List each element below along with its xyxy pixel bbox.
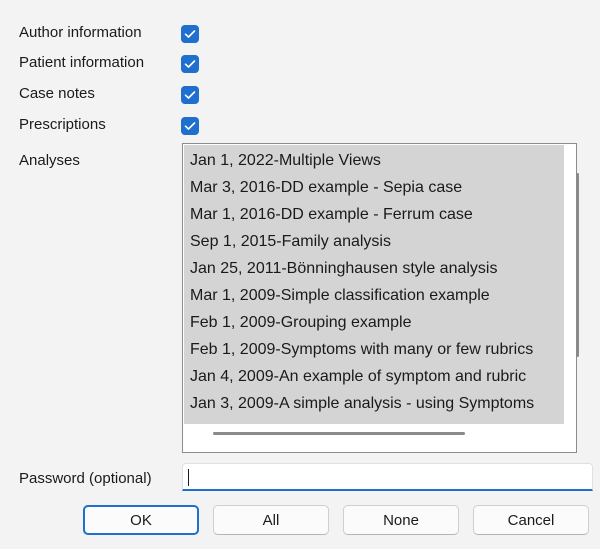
list-item[interactable]: Mar 1, 2016-DD example - Ferrum case [190, 201, 473, 228]
checkmark-icon [184, 91, 196, 99]
patient-information-checkbox[interactable] [181, 55, 199, 73]
export-options-dialog: Author information Patient information C… [0, 0, 600, 549]
case-notes-checkbox[interactable] [181, 86, 199, 104]
checkmark-icon [184, 60, 196, 68]
cancel-button[interactable]: Cancel [473, 505, 589, 535]
list-item[interactable]: Jan 1, 2022-Multiple Views [190, 147, 381, 174]
list-item[interactable]: Feb 1, 2009-Symptoms with many or few ru… [190, 336, 533, 363]
text-caret [188, 469, 189, 486]
none-button[interactable]: None [343, 505, 459, 535]
list-item[interactable]: Jan 25, 2011-Bönninghausen style analysi… [190, 255, 497, 282]
analyses-listbox[interactable]: Jan 1, 2022-Multiple Views Mar 3, 2016-D… [182, 143, 577, 453]
list-item[interactable]: Sep 1, 2015-Family analysis [190, 228, 391, 255]
analyses-selection: Jan 1, 2022-Multiple Views Mar 3, 2016-D… [184, 145, 564, 424]
author-information-checkbox[interactable] [181, 25, 199, 43]
patient-information-label: Patient information [19, 54, 145, 71]
prescriptions-label: Prescriptions [19, 116, 106, 133]
password-label: Password (optional) [19, 470, 152, 487]
checkmark-icon [184, 30, 196, 38]
all-button[interactable]: All [213, 505, 329, 535]
horizontal-scrollbar[interactable] [213, 432, 465, 435]
list-item[interactable]: Mar 3, 2016-DD example - Sepia case [190, 174, 462, 201]
prescriptions-checkbox[interactable] [181, 117, 199, 135]
list-item[interactable]: Jan 4, 2009-An example of symptom and ru… [190, 363, 526, 390]
vertical-scrollbar[interactable] [576, 173, 579, 357]
list-item[interactable]: Jan 3, 2009-A simple analysis - using Sy… [190, 390, 534, 417]
author-information-label: Author information [19, 24, 142, 41]
case-notes-label: Case notes [19, 85, 95, 102]
checkmark-icon [184, 122, 196, 130]
list-item[interactable]: Mar 1, 2009-Simple classification exampl… [190, 282, 490, 309]
password-input[interactable] [182, 463, 593, 491]
ok-button[interactable]: OK [83, 505, 199, 535]
list-item[interactable]: Feb 1, 2009-Grouping example [190, 309, 411, 336]
analyses-label: Analyses [19, 152, 80, 169]
